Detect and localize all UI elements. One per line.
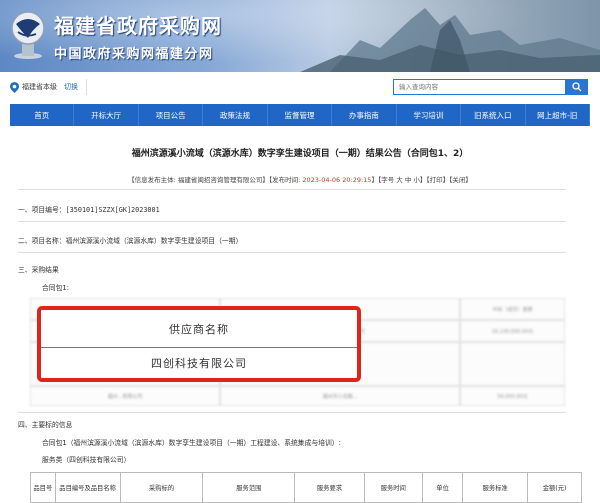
section-procurement-result: 三、采购结果 <box>18 266 59 274</box>
table-header-cell: 服务标准 <box>462 472 529 503</box>
nav-online-mall[interactable]: 网上超市-旧 <box>526 104 590 126</box>
article-title: 福州滨源溪小流域（滨源水库）数字孪生建设项目（一期）结果公告（合同包1、2） <box>131 149 469 159</box>
supplier-name-value: 四创科技有限公司 <box>151 357 247 370</box>
supplier-name-header: 供应商名称 <box>41 310 357 348</box>
meta-publish-date: 2023-04-06 20:29:15 <box>302 176 372 184</box>
search-button[interactable] <box>566 79 588 95</box>
table-header-cell: 单位 <box>421 472 464 503</box>
meta-actions[interactable]: 】【字号 大 中 小】【打印】【关闭】 <box>371 176 471 184</box>
blurred-address-2: 福州市小龙路... <box>220 386 460 406</box>
site-banner: 福建省政府采购网 中国政府采购网福建分网 <box>0 0 600 72</box>
table-header-row: 品目号 品目编号及品目名称 采购标的 服务范围 服务要求 服务时间 单位 服务标… <box>30 472 582 503</box>
site-subtitle: 中国政府采购网福建分网 <box>54 47 214 62</box>
items-table: 品目号 品目编号及品目名称 采购标的 服务范围 服务要求 服务时间 单位 服务标… <box>30 472 582 503</box>
article-meta: 【信息发布主体: 福建省闽招咨询管理有限公司】【发布时间: 2023-04-06… <box>10 174 590 184</box>
site-title: 福建省政府采购网 <box>54 14 222 38</box>
divider <box>18 412 566 413</box>
table-header-cell: 金额(元) <box>527 472 582 503</box>
items-category-line: 服务类（四创科技有限公司） <box>42 456 131 464</box>
table-header-cell: 采购标的 <box>119 472 204 503</box>
section-main-items: 四、主要标的信息 <box>18 421 73 429</box>
table-header-cell: 服务要求 <box>294 472 365 503</box>
nav-home[interactable]: 首页 <box>10 104 75 126</box>
meta-mid: 】【发布时间: <box>262 176 303 184</box>
blurred-amount-1: 16,100,000.00元 <box>460 320 565 342</box>
items-package-line: 合同包1（福州滨源溪小流域（滨源水库）数字孪生建设项目（一期）工程建设、系统集成… <box>42 439 341 447</box>
search-input[interactable] <box>394 80 565 94</box>
nav-project-notices[interactable]: 项目公告 <box>139 104 204 126</box>
region-switch-link[interactable]: 切换 <box>64 82 78 92</box>
table-header-cell: 品目编号及品目名称 <box>54 472 121 503</box>
amount-header: 中标（成交）金额 <box>460 298 565 320</box>
meta-publisher: 福建省闽招咨询管理有限公司 <box>177 176 263 184</box>
nav-bid-hall[interactable]: 开标大厅 <box>74 104 139 126</box>
nav-old-system[interactable]: 旧系统入口 <box>461 104 526 126</box>
search-icon <box>572 82 582 92</box>
divider <box>18 252 566 253</box>
logo-globe-icon <box>11 11 45 59</box>
table-header-cell: 品目号 <box>30 472 56 503</box>
region-selector: 福建省本级 切换 <box>10 79 87 95</box>
section-project-name: 二、项目名称：福州滨源溪小流域（滨源水库）数字孪生建设项目（一期） <box>18 237 243 245</box>
meta-prefix: 【信息发布主体: <box>128 176 178 184</box>
table-header-cell: 服务时间 <box>363 472 423 503</box>
nav-training[interactable]: 学习培训 <box>397 104 462 126</box>
blurred-supplier-2: 福州...有限公司 <box>30 386 220 406</box>
nav-supervision[interactable]: 监督管理 <box>268 104 333 126</box>
search-box <box>393 79 566 95</box>
nav-guide[interactable]: 办事指南 <box>332 104 397 126</box>
location-pin-icon <box>10 81 19 93</box>
region-name: 福建省本级 <box>22 83 57 91</box>
section-project-number: 一、项目编号：[350101]SZZX[GK]2023001 <box>18 206 160 214</box>
divider <box>18 189 566 190</box>
table-header-cell: 服务范围 <box>202 472 296 503</box>
contract-package-label: 合同包1: <box>42 284 70 292</box>
divider <box>18 221 566 222</box>
blurred-amount-2: 56,000.00元 <box>460 386 565 406</box>
nav-policies[interactable]: 政策法规 <box>203 104 268 126</box>
supplier-highlight-box: 供应商名称 四创科技有限公司 <box>37 306 361 382</box>
main-nav: 首页 开标大厅 项目公告 政策法规 监督管理 办事指南 学习培训 旧系统入口 网… <box>10 104 590 126</box>
